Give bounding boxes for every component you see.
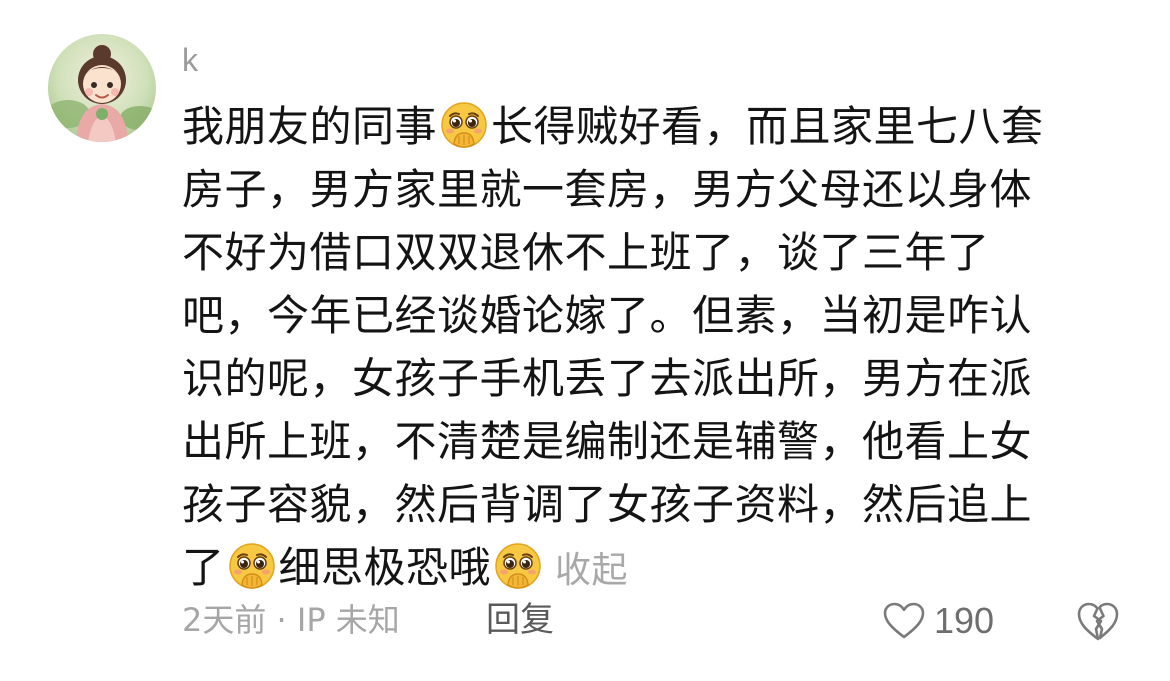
like-button[interactable]: 190 <box>882 596 994 646</box>
comment-line: 了 细思极恐哦 收起 <box>182 536 1132 599</box>
comment-line: 出所上班，不清楚是编制还是辅警，他看上女 <box>182 417 1033 466</box>
comment-time-location: 2天前 · IP 未知 <box>182 601 400 639</box>
comment-line: 不好为借口双双退休不上班了，谈了三年了 <box>182 228 990 277</box>
comment-line: 房子，男方家里就一套房，男方父母还以身体 <box>182 165 1033 214</box>
user-avatar[interactable] <box>48 34 156 142</box>
comment-line: 孩子容貌，然后背调了女孩子资料，然后追上 <box>182 480 1033 529</box>
comment-text-segment: 细思极恐哦 <box>278 543 492 592</box>
like-count: 190 <box>934 600 995 641</box>
dislike-button[interactable] <box>1074 598 1122 646</box>
username[interactable]: k <box>182 38 198 82</box>
comment-text-segment: 长得贼好看，而且家里七八套 <box>491 102 1044 151</box>
pleading-face-emoji-icon <box>227 541 277 591</box>
pleading-face-emoji-icon <box>493 541 543 591</box>
comment-body: 我朋友的同事 长得贼好看，而且家里七八套 房子，男方家里就一套房，男方父母还以身… <box>182 95 1132 599</box>
comment-line: 识的呢，女孩子手机丢了去派出所，男方在派 <box>182 354 1033 403</box>
collapse-link[interactable]: 收起 <box>555 550 628 591</box>
comment-line: 吧，今年已经谈婚论嫁了。但素，当初是咋认 <box>182 291 1033 340</box>
comment-card: k 我朋友的同事 长得贼好看，而且家里七八套 房子，男方家里就一套房，男方父母还… <box>0 0 1170 681</box>
avatar-illustration-icon <box>48 34 156 142</box>
reply-button[interactable]: 回复 <box>486 598 554 642</box>
comment-text-segment: 我朋友的同事 <box>182 102 438 151</box>
broken-heart-icon <box>1077 602 1119 641</box>
pleading-face-emoji-icon <box>439 100 489 150</box>
comment-line: 我朋友的同事 长得贼好看，而且家里七八套 <box>182 95 1132 158</box>
heart-outline-icon <box>883 602 925 639</box>
comment-text-segment: 了 <box>182 543 225 592</box>
